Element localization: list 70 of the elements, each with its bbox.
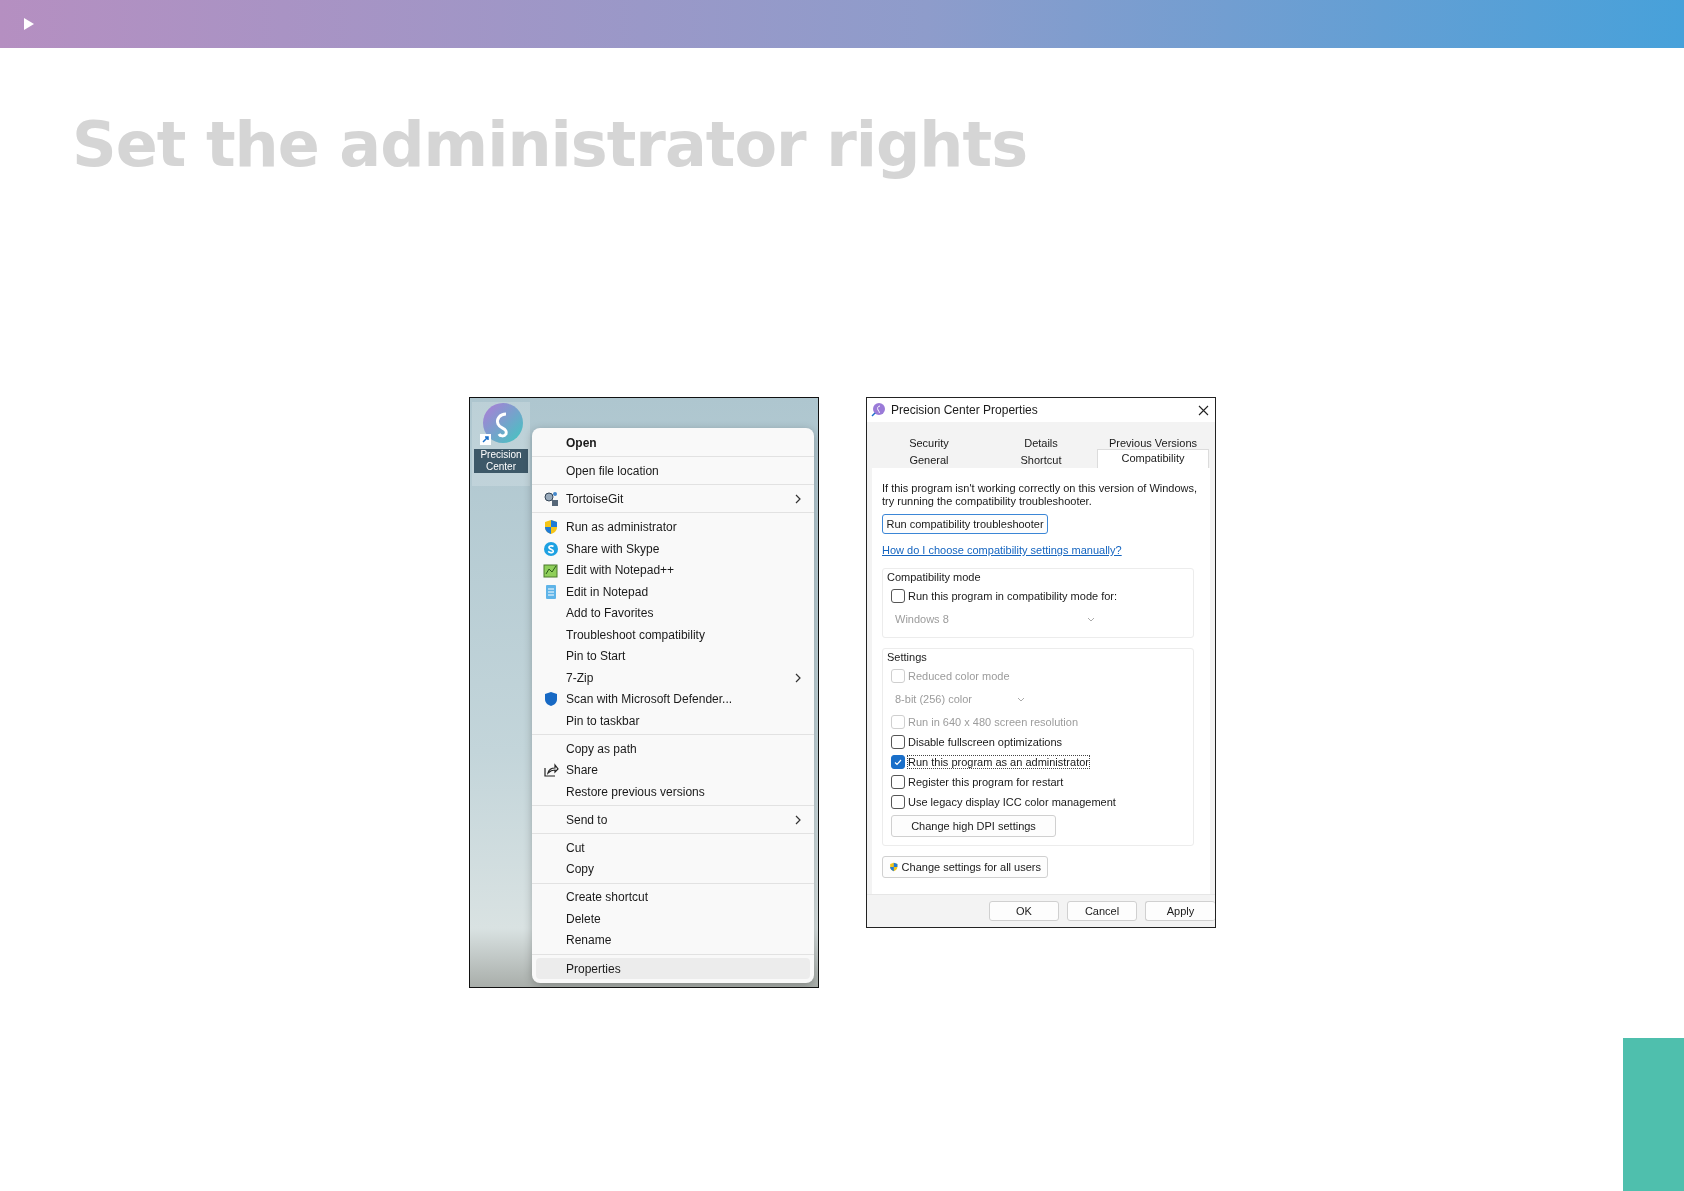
group-label: Compatibility mode: [887, 571, 981, 583]
app-shortcut-icon[interactable]: [478, 402, 524, 448]
chevron-down-icon: [1017, 696, 1025, 702]
checkbox-label: Disable fullscreen optimizations: [908, 736, 1063, 748]
checkbox[interactable]: [891, 775, 905, 789]
shield-icon: [543, 519, 559, 536]
play-icon[interactable]: [24, 18, 34, 30]
menu-item[interactable]: Copy: [536, 858, 810, 881]
shortcut-label: Precision Center: [474, 449, 528, 473]
menu-item[interactable]: Open file location: [536, 460, 810, 482]
intro-text: If this program isn't working correctly on this version of Windows, try running the compatibility troubleshooter.: [882, 482, 1199, 508]
checkbox-label: Reduced color mode: [908, 670, 1010, 682]
menu-item[interactable]: Share with Skype: [536, 537, 810, 560]
menu-item[interactable]: Cut: [536, 837, 810, 859]
dialog-button[interactable]: Apply: [1145, 901, 1215, 921]
checkbox[interactable]: [891, 735, 905, 749]
tab[interactable]: Details: [985, 434, 1097, 451]
help-link[interactable]: How do I choose compatibility settings manually?: [882, 544, 1122, 556]
shortcut-highlight[interactable]: Precision Center: [472, 402, 530, 486]
dialog-button[interactable]: Cancel: [1067, 901, 1137, 921]
checkmark-icon: [894, 758, 902, 766]
checkbox-label: Run this program as an administrator: [908, 756, 1089, 768]
tab[interactable]: Compatibility: [1097, 449, 1209, 468]
window-title: Precision Center Properties: [891, 403, 1038, 417]
menu-item[interactable]: Rename: [536, 929, 810, 952]
menu-item[interactable]: Add to Favorites: [536, 602, 810, 624]
dialog-button[interactable]: OK: [989, 901, 1059, 921]
chart-notepad-icon: [543, 562, 559, 579]
menu-item[interactable]: TortoiseGit: [536, 488, 810, 510]
menu-item[interactable]: Copy as path: [536, 737, 810, 760]
menu-item[interactable]: Open: [536, 432, 810, 454]
checkbox[interactable]: [891, 795, 905, 809]
tab[interactable]: General: [873, 451, 985, 468]
app-icon: [871, 403, 885, 417]
chevron-right-icon: [794, 814, 802, 825]
chevron-right-icon: [794, 672, 802, 683]
share-icon: [543, 762, 559, 779]
menu-item[interactable]: Run as administrator: [536, 516, 810, 538]
tab[interactable]: Shortcut: [985, 451, 1097, 468]
all-users-button[interactable]: Change settings for all users: [882, 856, 1048, 878]
checkbox-label: Register this program for restart: [908, 776, 1064, 788]
checkbox-label: Use legacy display ICC color management: [908, 796, 1116, 808]
tab[interactable]: Security: [873, 434, 985, 451]
menu-item[interactable]: Pin to Start: [536, 645, 810, 667]
skype-s-icon: [543, 540, 559, 557]
menu-item[interactable]: Create shortcut: [536, 886, 810, 909]
menu-item[interactable]: Restore previous versions: [536, 780, 810, 803]
menu-item[interactable]: Share: [536, 759, 810, 781]
menu-item[interactable]: Send to: [536, 808, 810, 831]
dpi-settings-button[interactable]: Change high DPI settings: [891, 815, 1056, 837]
chevron-right-icon: [794, 493, 802, 504]
checkbox-label: Run this program in compatibility mode for:: [908, 590, 1118, 602]
menu-item[interactable]: Edit in Notepad: [536, 580, 810, 603]
menu-item[interactable]: Scan with Microsoft Defender...: [536, 688, 810, 710]
troubleshooter-button[interactable]: Run compatibility troubleshooter: [882, 514, 1048, 534]
chevron-down-icon: [1087, 616, 1095, 622]
menu-item[interactable]: Troubleshoot compatibility: [536, 623, 810, 646]
menu-item[interactable]: Properties: [536, 957, 810, 980]
close-icon[interactable]: [1198, 404, 1209, 416]
menu-item[interactable]: Pin to taskbar: [536, 709, 810, 732]
checkbox[interactable]: [891, 589, 905, 603]
group-label: Settings: [887, 651, 927, 663]
checkbox-label: Run in 640 x 480 screen resolution: [908, 716, 1078, 728]
notepad-icon: [543, 583, 559, 600]
menu-item[interactable]: Delete: [536, 908, 810, 930]
shield-icon: [543, 691, 559, 708]
tab[interactable]: Previous Versions: [1097, 434, 1209, 451]
menu-item[interactable]: 7-Zip: [536, 666, 810, 689]
menu-item[interactable]: Edit with Notepad++: [536, 559, 810, 581]
checkbox[interactable]: [891, 755, 905, 769]
